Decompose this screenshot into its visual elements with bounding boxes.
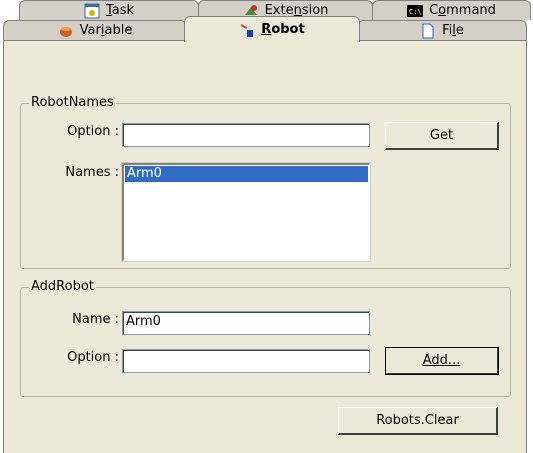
add-robot-legend: AddRobot — [29, 279, 96, 294]
tab-file-label: File — [442, 23, 464, 38]
add-button-label: Add... — [422, 353, 461, 368]
robot-arm-icon — [239, 22, 255, 38]
command-prompt-icon: C:\ — [407, 3, 424, 19]
svg-text:C:\: C:\ — [409, 8, 422, 16]
tab-command-label: Command — [429, 3, 496, 18]
variable-icon — [58, 23, 74, 39]
robot-names-option-label: Option : — [67, 124, 119, 139]
robot-names-option-input[interactable] — [122, 123, 370, 147]
names-label: Names : — [65, 165, 119, 180]
add-robot-option-input[interactable] — [122, 349, 370, 373]
add-robot-option-label: Option : — [67, 350, 119, 365]
add-robot-group: AddRobot Name : Arm0 Option : Add... — [20, 279, 511, 397]
list-item[interactable]: Arm0 — [125, 166, 368, 182]
tab-robot[interactable]: Robot — [184, 16, 360, 42]
tab-command[interactable]: C:\ Command — [372, 0, 531, 20]
robot-names-group: RobotNames Option : Get Names : Arm0 — [20, 95, 511, 269]
tab-variable-label: Variable — [79, 23, 133, 38]
add-robot-name-label: Name : — [72, 312, 119, 327]
robots-clear-button[interactable]: Robots.Clear — [338, 407, 498, 435]
tab-task[interactable]: Task — [19, 0, 199, 20]
robot-names-legend: RobotNames — [29, 95, 116, 110]
get-button[interactable]: Get — [385, 122, 499, 150]
tab-task-label: Task — [105, 3, 135, 18]
tab-variable[interactable]: Variable — [3, 20, 187, 40]
tab-robot-label: Robot — [261, 22, 305, 37]
robot-panel: RobotNames Option : Get Names : Arm0 Add… — [3, 40, 527, 453]
add-robot-name-input[interactable]: Arm0 — [122, 311, 370, 335]
names-listbox[interactable]: Arm0 — [121, 162, 371, 262]
task-window-icon — [84, 3, 100, 19]
add-button[interactable]: Add... — [385, 347, 499, 375]
tab-file[interactable]: File — [357, 20, 527, 40]
file-icon — [420, 23, 436, 39]
